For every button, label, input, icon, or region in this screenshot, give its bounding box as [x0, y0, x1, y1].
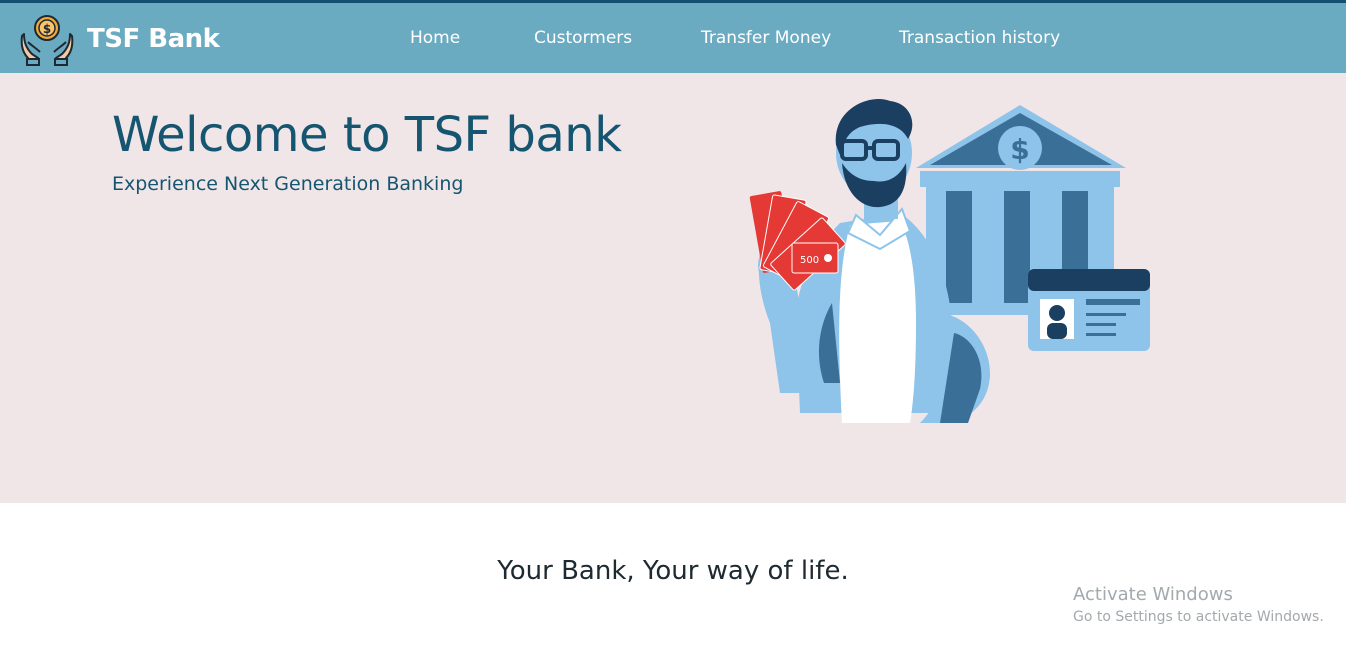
- hands-holding-coin-icon: $: [20, 15, 74, 66]
- banker-illustration: $ 500: [749, 98, 1150, 423]
- watermark-subtitle: Go to Settings to activate Windows.: [1073, 609, 1324, 625]
- nav-customers-link[interactable]: Custormers: [534, 28, 632, 48]
- hero-title: Welcome to TSF bank: [112, 107, 622, 163]
- tagline: Your Bank, Your way of life.: [497, 556, 849, 586]
- svg-text:$: $: [1010, 133, 1029, 166]
- brand-name[interactable]: TSF Bank: [87, 24, 220, 54]
- navbar: $ TSF Bank Home Custormers Transfer Mone…: [0, 0, 1346, 73]
- hero-section: Welcome to TSF bank Experience Next Gene…: [0, 73, 1346, 503]
- watermark-title: Activate Windows: [1073, 584, 1233, 605]
- nav-home-link[interactable]: Home: [410, 28, 460, 48]
- nav-transaction-history-link[interactable]: Transaction history: [899, 28, 1060, 48]
- activate-windows-watermark: Activate Windows Go to Settings to activ…: [1073, 584, 1324, 625]
- brand[interactable]: $ TSF Bank: [20, 11, 220, 67]
- nav-transfer-money-link[interactable]: Transfer Money: [701, 28, 831, 48]
- hero-subtitle: Experience Next Generation Banking: [112, 173, 464, 195]
- svg-text:$: $: [43, 22, 51, 36]
- id-card-icon: [1028, 269, 1150, 351]
- svg-text:500: 500: [800, 255, 819, 266]
